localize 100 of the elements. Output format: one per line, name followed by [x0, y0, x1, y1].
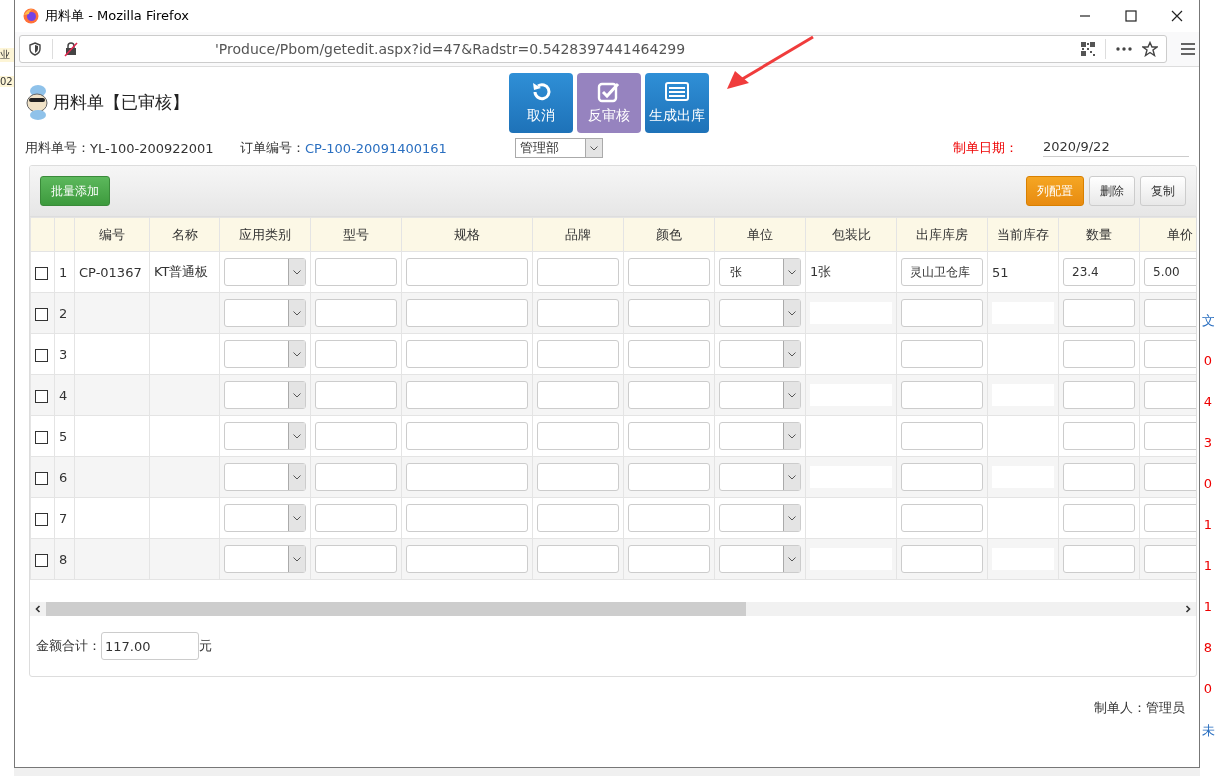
dropdown[interactable] — [224, 504, 306, 532]
input-field[interactable] — [628, 463, 710, 491]
row-checkbox[interactable] — [35, 553, 48, 567]
dropdown[interactable] — [224, 422, 306, 450]
input-field[interactable] — [406, 299, 528, 327]
row-checkbox[interactable] — [35, 389, 48, 403]
input-field[interactable] — [315, 463, 397, 491]
close-icon[interactable] — [1171, 10, 1183, 22]
input-field[interactable] — [628, 258, 710, 286]
input-field[interactable] — [1144, 504, 1196, 532]
scroll-right-icon[interactable] — [1184, 605, 1192, 613]
input-field[interactable] — [406, 545, 528, 573]
dropdown[interactable] — [719, 463, 801, 491]
input-field[interactable] — [901, 381, 983, 409]
input-field[interactable] — [1144, 340, 1196, 368]
qr-code-icon[interactable] — [1081, 42, 1095, 56]
input-field[interactable] — [537, 504, 619, 532]
input-field[interactable] — [315, 299, 397, 327]
dropdown[interactable] — [719, 340, 801, 368]
sales-order-link[interactable]: CP-100-20091400161 — [305, 140, 515, 156]
input-field[interactable] — [537, 299, 619, 327]
dropdown[interactable] — [719, 422, 801, 450]
list-button[interactable]: 生成出库 — [645, 73, 709, 133]
input-field[interactable] — [537, 422, 619, 450]
more-icon[interactable] — [1116, 47, 1132, 51]
input-field[interactable] — [537, 463, 619, 491]
input-field[interactable] — [406, 258, 528, 286]
dropdown[interactable] — [224, 340, 306, 368]
input-field[interactable] — [315, 381, 397, 409]
toolbar-button[interactable]: 复制 — [1140, 176, 1186, 206]
input-field[interactable] — [315, 545, 397, 573]
row-checkbox[interactable] — [35, 471, 48, 485]
input-field[interactable] — [1144, 299, 1196, 327]
input-field[interactable]: 灵山卫仓库 — [901, 258, 983, 286]
horizontal-scrollbar[interactable] — [30, 602, 1196, 616]
dropdown[interactable]: 张 — [719, 258, 801, 286]
dropdown[interactable] — [224, 463, 306, 491]
date-label: 制单日期： — [953, 139, 1019, 157]
chevron-down-icon — [293, 351, 301, 357]
dropdown[interactable] — [719, 545, 801, 573]
input-field[interactable] — [406, 340, 528, 368]
input-field[interactable] — [1144, 545, 1196, 573]
scroll-left-icon[interactable] — [34, 605, 42, 613]
menu-icon[interactable] — [1181, 43, 1195, 55]
dropdown[interactable] — [224, 299, 306, 327]
input-field[interactable] — [628, 381, 710, 409]
input-field[interactable] — [537, 381, 619, 409]
input-field[interactable] — [1063, 299, 1135, 327]
input-field[interactable] — [1063, 340, 1135, 368]
star-icon[interactable] — [1142, 41, 1158, 57]
input-field[interactable] — [406, 381, 528, 409]
input-field[interactable] — [406, 504, 528, 532]
background-text: 0 — [1203, 353, 1213, 370]
input-field[interactable] — [406, 463, 528, 491]
input-field[interactable] — [628, 299, 710, 327]
input-field[interactable] — [315, 422, 397, 450]
input-field[interactable] — [901, 545, 983, 573]
input-field[interactable] — [1144, 381, 1196, 409]
row-checkbox[interactable] — [35, 512, 48, 526]
input-field[interactable] — [1063, 545, 1135, 573]
input-field[interactable] — [406, 422, 528, 450]
address-bar[interactable]: 'Produce/Pbom/getedit.aspx?id=47&Radstr=0.5428397441464299 — [19, 35, 1167, 63]
row-checkbox[interactable] — [35, 266, 48, 280]
toolbar-button[interactable]: 删除 — [1089, 176, 1135, 206]
input-field[interactable] — [315, 504, 397, 532]
row-checkbox[interactable] — [35, 348, 48, 362]
dropdown[interactable] — [719, 504, 801, 532]
department-select[interactable]: 管理部 — [515, 138, 603, 158]
input-field[interactable] — [1063, 422, 1135, 450]
input-field[interactable] — [1063, 504, 1135, 532]
total-field[interactable]: 117.00 — [101, 632, 199, 660]
input-field[interactable] — [901, 340, 983, 368]
row-checkbox[interactable] — [35, 430, 48, 444]
input-field[interactable] — [901, 422, 983, 450]
input-field[interactable] — [1063, 463, 1135, 491]
undo-button[interactable]: 取消 — [509, 73, 573, 133]
input-field[interactable] — [537, 258, 619, 286]
maximize-icon[interactable] — [1125, 10, 1137, 22]
input-field[interactable] — [537, 545, 619, 573]
input-field[interactable] — [315, 258, 397, 286]
input-field[interactable] — [1063, 381, 1135, 409]
dropdown[interactable] — [224, 258, 306, 286]
input-field[interactable] — [537, 340, 619, 368]
input-field[interactable] — [1144, 463, 1196, 491]
row-checkbox[interactable] — [35, 307, 48, 321]
input-field[interactable] — [628, 504, 710, 532]
input-field[interactable] — [901, 504, 983, 532]
input-field[interactable]: 23.4 — [1063, 258, 1135, 286]
input-field[interactable] — [901, 463, 983, 491]
input-field[interactable] — [628, 340, 710, 368]
input-field[interactable] — [1144, 422, 1196, 450]
input-field[interactable] — [315, 340, 397, 368]
dropdown[interactable] — [719, 299, 801, 327]
input-field[interactable] — [901, 299, 983, 327]
dropdown[interactable] — [224, 545, 306, 573]
dropdown[interactable] — [719, 381, 801, 409]
input-field[interactable] — [628, 545, 710, 573]
input-field[interactable]: 5.00 — [1144, 258, 1196, 286]
dropdown[interactable] — [224, 381, 306, 409]
input-field[interactable] — [628, 422, 710, 450]
